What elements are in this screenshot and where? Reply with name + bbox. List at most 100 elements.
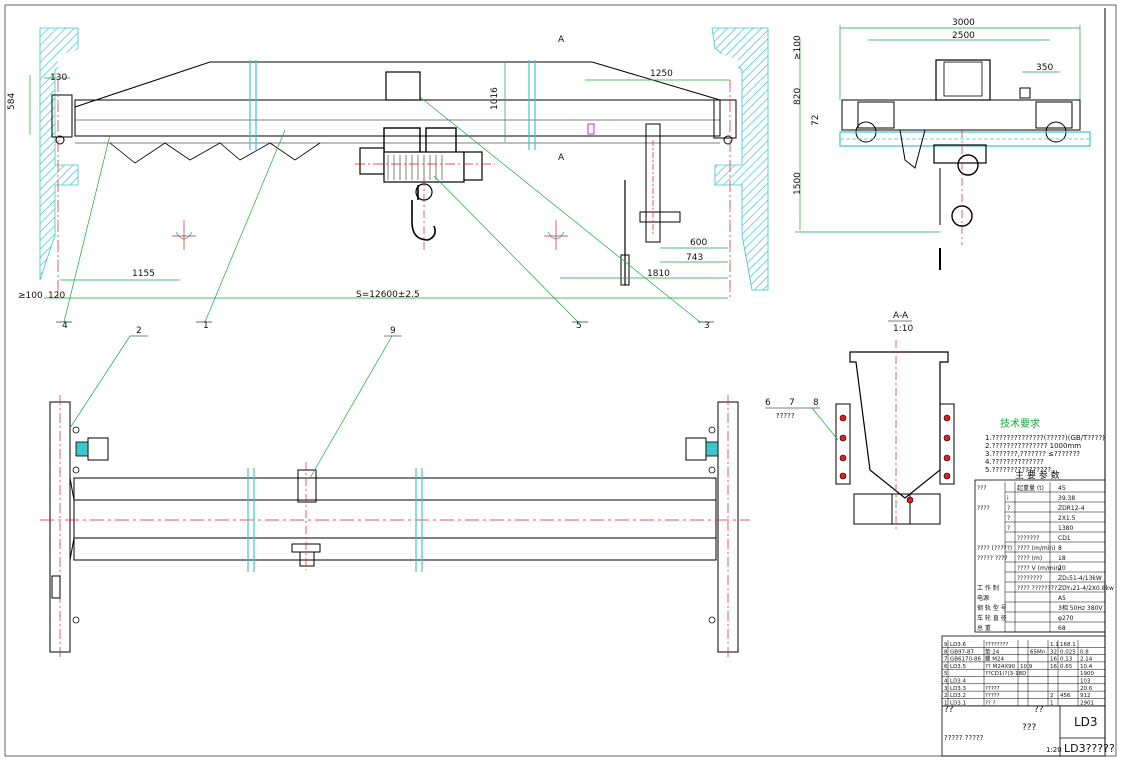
params-table: 主 要 参 数 ??? 起重量 (t) 45 i 39.38????? ZDR12-4? 2… xyxy=(974,469,1114,633)
dim-span: S=12600±2.5 xyxy=(356,290,420,300)
tech-req-line: 3.???????,??????? ≤??????? xyxy=(985,450,1080,458)
plan-view: 2 9 xyxy=(40,326,750,660)
params-cell-val: 68 xyxy=(1058,625,1066,632)
parts-cell-w1: 2 xyxy=(1050,693,1054,699)
params-cell-val: 2X1.5 xyxy=(1058,515,1076,522)
balloon-3: 3 xyxy=(698,321,714,331)
svg-text:2: 2 xyxy=(136,326,142,336)
parts-cell-name: ???????? xyxy=(985,642,1008,648)
parts-cell-no: 8 xyxy=(944,649,948,655)
params-cell-group: 工 作 制 xyxy=(977,584,999,592)
params-cell-col2: ??????? xyxy=(1017,535,1039,542)
parts-cell-no: 6 xyxy=(944,664,948,670)
parts-cell-no: 4 xyxy=(944,679,948,685)
params-cell-sub: i xyxy=(1007,495,1009,502)
footer-title: LD3????? xyxy=(1064,742,1115,755)
params-cell-val: ZDR12-4 xyxy=(1058,505,1085,512)
section-marker-top: A xyxy=(558,35,565,45)
electric-hoist xyxy=(355,127,495,250)
main-girder xyxy=(74,99,721,137)
parts-cell-no: 9 xyxy=(944,642,948,648)
parts-cell-w2: 0.65 xyxy=(1060,664,1073,670)
section-a-a: A-A 1:10 6 7 8 ????? xyxy=(765,311,955,530)
parts-cell-code: LD3.4 xyxy=(950,679,967,685)
parts-cell-name: 垫 24 xyxy=(985,647,1000,655)
section-scale: 1:10 xyxy=(893,324,913,334)
dim-1500: 1500 xyxy=(793,172,803,195)
params-cell-sub: ? xyxy=(1007,505,1010,512)
params-cell-val: CD1 xyxy=(1058,535,1071,542)
section-marker-bottom: A xyxy=(558,153,565,163)
parts-cell-name: ??CD1(?)3-18D xyxy=(985,671,1026,677)
params-cell-col2: ???????? xyxy=(1017,575,1042,582)
parts-cell-w3: 10.4 xyxy=(1080,664,1093,670)
parts-cell-qty: 10.9 xyxy=(1020,664,1033,670)
drawing-canvas: 130 584 1016 1250 1155 ≥100 120 S=12600±… xyxy=(0,0,1121,760)
params-cell-group: ????? ???? xyxy=(977,555,1008,562)
drawing-code: LD3 xyxy=(1074,715,1098,729)
balloon-4: 4 xyxy=(56,321,72,331)
svg-text:3: 3 xyxy=(704,321,710,331)
params-cell-col2: ???? (m) xyxy=(1017,555,1042,562)
parts-cell-code: LD3.3 xyxy=(950,686,967,692)
front-view: 130 584 1016 1250 1155 ≥100 120 S=12600±… xyxy=(7,27,769,331)
parts-cell-w3: 2901 xyxy=(1080,700,1094,706)
params-cell-group: 总 重 xyxy=(977,624,991,632)
parts-cell-name: ?? M24X90 xyxy=(985,664,1016,670)
params-cell-group: 电源 xyxy=(977,594,989,602)
params-cell-sub: ? xyxy=(1007,525,1010,532)
footer-left: ????? ????? xyxy=(944,734,984,742)
parts-cell-w1: 16 xyxy=(1050,664,1057,670)
parts-cell-w3: 103 xyxy=(1080,679,1091,685)
params-cell-val: 45 xyxy=(1058,485,1066,492)
parts-cell-w3: 1900 xyxy=(1080,671,1094,677)
svg-text:6: 6 xyxy=(765,398,771,408)
parts-cell-w1: 32 xyxy=(1050,649,1057,655)
dim-350: 350 xyxy=(1036,63,1053,73)
parts-cell-w2: 456 xyxy=(1060,693,1071,699)
dim-2500: 2500 xyxy=(952,31,975,41)
params-cell-group: 车 轮 直 径 xyxy=(977,614,1007,622)
parts-cell-code: GB6170-86 xyxy=(950,657,982,663)
parts-cell-w3: 912 xyxy=(1080,693,1091,699)
svg-text:9: 9 xyxy=(390,326,396,336)
params-cell-val: ZD₁51-4/13kW xyxy=(1058,575,1102,582)
dim-130: 130 xyxy=(50,73,67,83)
params-header: 主 要 参 数 xyxy=(1015,469,1060,481)
parts-cell-w3: 0.8 xyxy=(1080,649,1089,655)
svg-text:7: 7 xyxy=(789,398,795,408)
parts-cell-no: 5 xyxy=(944,671,948,677)
balloon-1: 1 xyxy=(196,321,212,331)
balloon-5: 5 xyxy=(572,321,588,331)
params-cell-col2: ???? ???????? xyxy=(1017,585,1057,592)
svg-text:5: 5 xyxy=(576,321,582,331)
title-left: ?? xyxy=(944,705,954,715)
dim-120: 120 xyxy=(48,291,65,301)
parts-cell-code: LD3.2 xyxy=(950,693,966,699)
parts-cell-name: ?? ? xyxy=(985,700,996,706)
parts-cell-name: ????? xyxy=(985,686,1000,692)
tech-req-line: 1.??????????????(?????)(GB/T????) xyxy=(985,434,1105,442)
parts-cell-code: LD3.5 xyxy=(950,664,967,670)
svg-text:1: 1 xyxy=(203,321,209,331)
parts-cell-no: 3 xyxy=(944,686,948,692)
crane-engineering-drawing: 130 584 1016 1250 1155 ≥100 120 S=12600±… xyxy=(4,4,1117,757)
dim-side-100: ≥100 xyxy=(793,35,803,60)
balloon-6-7-8: 6 7 8 ????? xyxy=(765,398,820,420)
parts-cell-w2: 0.13 xyxy=(1060,657,1073,663)
drawing-scale: 1:20 xyxy=(1046,746,1062,754)
tech-requirements: 技术要求 1.??????????????(?????)(GB/T????) 2… xyxy=(985,417,1105,474)
parts-cell-code: GB97-87 xyxy=(950,649,975,655)
params-cell-col2: 起重量 (t) xyxy=(1017,484,1044,492)
tech-req-title: 技术要求 xyxy=(1000,417,1040,430)
params-cell-group: 钢 轨 型 号 xyxy=(977,604,1007,612)
params-cell-val: 3相 50Hz 380V xyxy=(1058,604,1103,612)
side-view: 3000 2500 350 ≥100 820 72 1500 xyxy=(793,18,1091,270)
params-cell-val: 18 xyxy=(1058,555,1066,562)
parts-cell-w2: 0.025 xyxy=(1060,649,1076,655)
params-cell-val: ZDY₁21-4/2X0.8kw xyxy=(1058,585,1114,592)
tech-req-line: 2.??????????????? 1000mm xyxy=(985,442,1081,450)
title-mid: ?? xyxy=(1034,705,1044,715)
dim-3000: 3000 xyxy=(952,18,975,28)
dim-600: 600 xyxy=(690,238,707,248)
